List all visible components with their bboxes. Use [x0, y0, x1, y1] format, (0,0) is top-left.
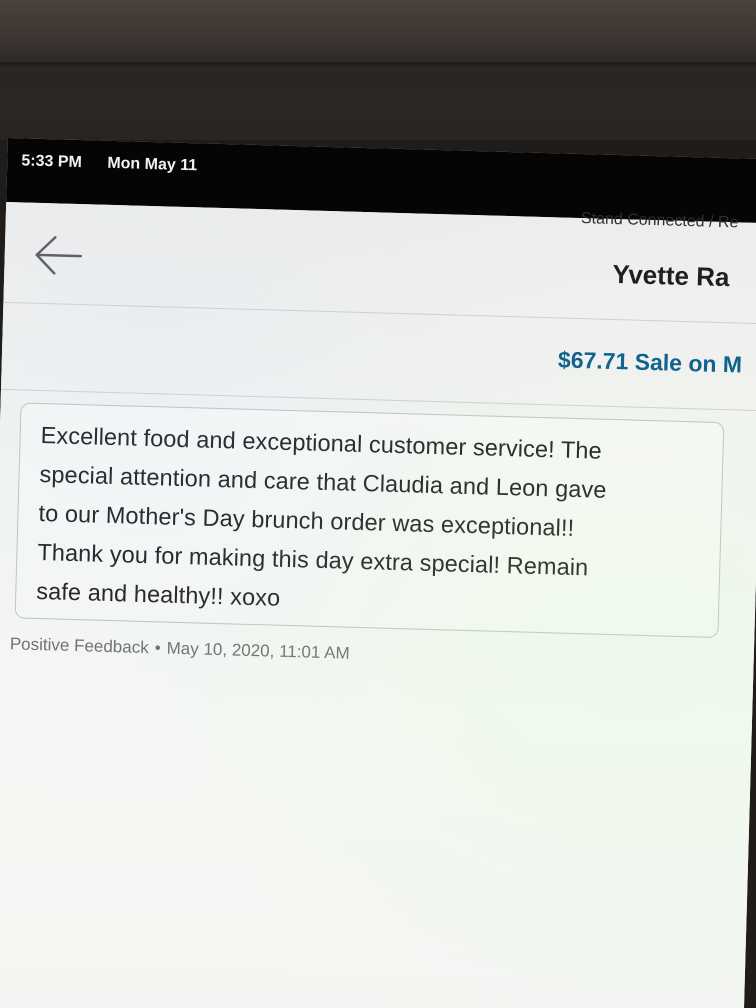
status-time: 5:33 PM [21, 152, 83, 172]
feedback-line: Thank you for making this day extra spec… [37, 538, 589, 581]
status-date: Mon May 11 [107, 154, 198, 175]
customer-name: Yvette Ra [612, 258, 730, 293]
feedback-type: Positive Feedback [9, 634, 149, 658]
feedback-line: special attention and care that Claudia … [39, 461, 607, 503]
photo-scene: 5:33 PM Mon May 11 Stand Connected / Re … [0, 0, 756, 1008]
feedback-timestamp: May 10, 2020, 11:01 AM [166, 638, 350, 663]
feedback-message: Excellent food and exceptional customer … [36, 416, 705, 629]
tablet-screen: 5:33 PM Mon May 11 Stand Connected / Re … [0, 138, 756, 1008]
sale-link[interactable]: $67.71 Sale on M [558, 346, 743, 378]
back-button[interactable] [32, 233, 85, 278]
device-bezel-edge [0, 62, 756, 70]
breadcrumb[interactable]: Stand Connected / Re [581, 210, 739, 232]
device-bezel [0, 0, 756, 140]
meta-separator: • [154, 638, 161, 658]
feedback-line: to our Mother's Day brunch order was exc… [38, 500, 575, 541]
arrow-left-icon [35, 236, 82, 275]
feedback-meta: Positive Feedback • May 10, 2020, 11:01 AM [10, 634, 350, 663]
feedback-card: Excellent food and exceptional customer … [14, 402, 725, 639]
feedback-line: Excellent food and exceptional customer … [40, 422, 603, 464]
feedback-detail-view: Stand Connected / Re Yvette Ra $67.71 Sa… [0, 201, 756, 1008]
feedback-line: safe and healthy!! xoxo [36, 577, 281, 611]
